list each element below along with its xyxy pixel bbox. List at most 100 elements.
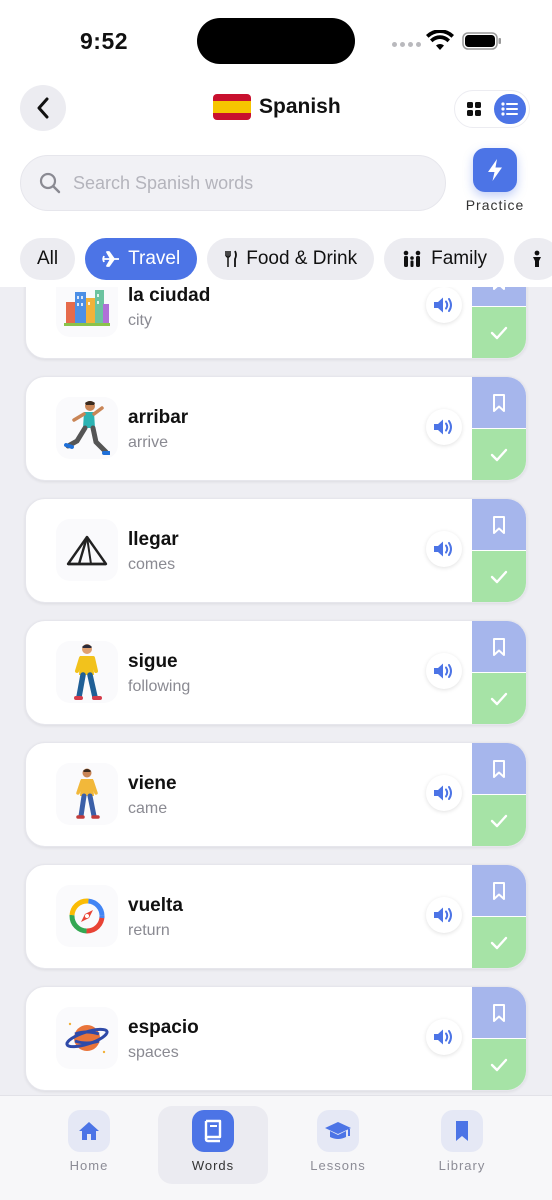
bookmark-button[interactable] <box>472 743 526 795</box>
filter-chip-food-drink[interactable]: Food & Drink <box>207 238 375 280</box>
tab-lessons[interactable]: Lessons <box>283 1106 393 1173</box>
speaker-icon <box>434 541 452 557</box>
speak-button[interactable] <box>426 1019 462 1055</box>
app-screen: 9:52 Spanish Search Spanish words Practi… <box>0 0 552 1200</box>
city-buildings-icon <box>56 287 118 337</box>
word-translation: city <box>128 312 152 329</box>
bookmark-button[interactable] <box>472 987 526 1039</box>
tab-home[interactable]: Home <box>34 1106 144 1173</box>
mark-known-button[interactable] <box>472 795 526 846</box>
graduation-cap-icon <box>317 1110 359 1152</box>
filter-chip-label: Family <box>431 248 488 269</box>
planet-icon <box>56 1007 118 1069</box>
word-translation: comes <box>128 556 176 573</box>
bookmark-icon <box>493 1003 505 1022</box>
list-view-button[interactable] <box>494 94 526 124</box>
word-card[interactable]: vuelta return <box>25 864 527 969</box>
speaker-icon <box>434 297 452 313</box>
spain-flag-icon <box>213 94 251 120</box>
bookmark-button[interactable] <box>472 287 526 307</box>
walking-man-icon <box>56 763 118 825</box>
wifi-icon <box>426 30 454 50</box>
filter-chip-label: Travel <box>128 248 181 269</box>
word-translation: arrive <box>128 434 169 451</box>
card-actions <box>472 377 526 480</box>
mark-known-button[interactable] <box>472 1039 526 1090</box>
checkmark-icon <box>490 814 508 827</box>
word-card[interactable]: sigue following <box>25 620 527 725</box>
word-translation: following <box>128 678 191 695</box>
tab-library[interactable]: Library <box>407 1106 517 1173</box>
word-card[interactable]: viene came <box>25 742 527 847</box>
header: Spanish Search Spanish words Practice Al… <box>0 82 552 287</box>
speak-button[interactable] <box>426 409 462 445</box>
bookmark-button[interactable] <box>472 499 526 551</box>
word-card[interactable]: arribar arrive <box>25 376 527 481</box>
bookmark-button[interactable] <box>472 621 526 673</box>
mark-known-button[interactable] <box>472 551 526 602</box>
fork-knife-icon <box>225 250 238 267</box>
bookmark-icon <box>493 881 505 900</box>
speak-button[interactable] <box>426 775 462 811</box>
speaker-icon <box>434 907 452 923</box>
bookmark-icon <box>493 637 505 656</box>
dynamic-island <box>197 18 355 64</box>
word-card[interactable]: la ciudad city <box>25 287 527 359</box>
word-translation: return <box>128 922 170 939</box>
bookmark-button[interactable] <box>472 377 526 429</box>
list-icon <box>501 102 518 116</box>
mark-known-button[interactable] <box>472 917 526 968</box>
filter-chip-family[interactable]: Family <box>384 238 505 280</box>
search-input[interactable] <box>73 172 413 194</box>
word-spanish: sigue <box>128 651 178 672</box>
search-bar[interactable] <box>20 155 446 211</box>
mark-known-button[interactable] <box>472 429 526 480</box>
speaker-icon <box>434 1029 452 1045</box>
status-time: 9:52 <box>80 28 129 54</box>
family-icon <box>403 250 421 267</box>
card-actions <box>472 287 526 358</box>
bookmark-icon <box>493 393 505 412</box>
checkmark-icon <box>490 326 508 339</box>
speaker-icon <box>434 419 452 435</box>
card-actions <box>472 743 526 846</box>
speak-button[interactable] <box>426 287 462 323</box>
speaker-icon <box>434 785 452 801</box>
back-button[interactable] <box>20 85 66 131</box>
filter-chip-more[interactable] <box>514 238 552 280</box>
word-card[interactable]: llegar comes <box>25 498 527 603</box>
home-icon <box>68 1110 110 1152</box>
practice-button[interactable]: Practice <box>465 148 525 213</box>
speak-button[interactable] <box>426 653 462 689</box>
practice-icon-button[interactable] <box>473 148 517 192</box>
grid-view-button[interactable] <box>458 94 490 124</box>
practice-label: Practice <box>465 197 525 213</box>
book-icon <box>192 1110 234 1152</box>
bookmark-icon <box>441 1110 483 1152</box>
card-actions <box>472 987 526 1090</box>
filter-chip-travel[interactable]: Travel <box>85 238 198 280</box>
tab-label: Words <box>191 1158 235 1173</box>
bookmark-button[interactable] <box>472 865 526 917</box>
word-spanish: espacio <box>128 1017 199 1038</box>
filter-chip-label: All <box>37 248 59 269</box>
mark-known-button[interactable] <box>472 307 526 358</box>
word-list[interactable]: la ciudad city arribar arrive llegar com… <box>0 287 552 1095</box>
tab-bar: Home Words Lessons Library <box>0 1095 552 1200</box>
speak-button[interactable] <box>426 531 462 567</box>
person-icon <box>533 250 542 267</box>
tab-label: Home <box>69 1158 109 1173</box>
mark-known-button[interactable] <box>472 673 526 724</box>
checkmark-icon <box>490 570 508 583</box>
speak-button[interactable] <box>426 897 462 933</box>
tab-words[interactable]: Words <box>158 1106 268 1184</box>
filter-chip-all[interactable]: All <box>20 238 76 280</box>
word-card[interactable]: espacio spaces <box>25 986 527 1091</box>
word-spanish: viene <box>128 773 177 794</box>
airplane-icon <box>102 251 120 267</box>
search-icon <box>39 172 61 194</box>
word-spanish: vuelta <box>128 895 183 916</box>
checkmark-icon <box>490 448 508 461</box>
word-translation: spaces <box>128 1044 179 1061</box>
word-spanish: la ciudad <box>128 287 211 306</box>
